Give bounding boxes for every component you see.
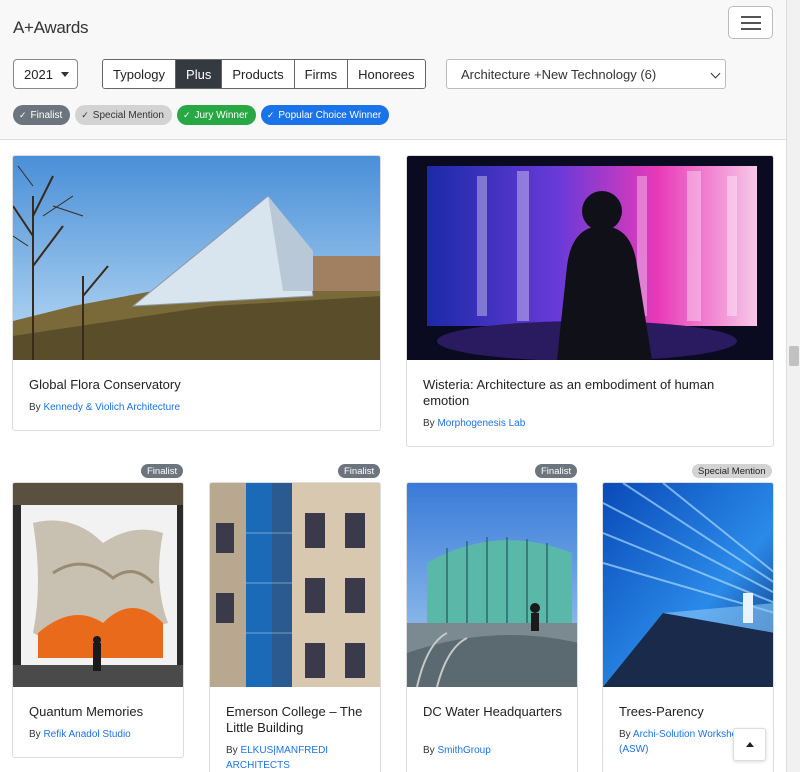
hamburger-menu-icon[interactable] <box>728 6 773 39</box>
entry-image[interactable] <box>603 483 773 687</box>
filter-label: Special Mention <box>92 109 164 121</box>
entry-byline: By ELKUS|MANFREDI ARCHITECTS <box>226 743 371 772</box>
check-icon: ✓ <box>81 109 89 120</box>
entry-title[interactable]: Global Flora Conservatory <box>29 377 369 393</box>
by-prefix: By <box>619 729 631 740</box>
firm-link[interactable]: Kennedy & Violich Architecture <box>43 402 180 413</box>
firm-link[interactable]: Morphogenesis Lab <box>437 418 525 429</box>
status-badge: Special Mention <box>692 464 772 478</box>
entry-card[interactable]: Quantum Memories By Refik Anadol Studio <box>12 482 184 758</box>
entry-title[interactable]: Quantum Memories <box>29 704 179 720</box>
filter-label: Finalist <box>30 109 63 121</box>
filter-jury-winner[interactable]: ✓ Jury Winner <box>176 105 256 125</box>
by-prefix: By <box>423 745 435 756</box>
status-badge: Finalist <box>338 464 381 478</box>
category-value: Architecture +New Technology (6) <box>461 66 657 82</box>
filter-special-mention[interactable]: ✓ Special Mention <box>75 105 172 125</box>
status-filters: ✓ Finalist ✓ Special Mention ✓ Jury Winner … <box>13 105 390 125</box>
entry-image[interactable] <box>407 156 773 360</box>
filter-label: Jury Winner <box>194 109 248 121</box>
entry-byline: By Morphogenesis Lab <box>423 416 763 431</box>
entry-title[interactable]: Emerson College – The Little Building <box>226 704 371 736</box>
check-icon: ✓ <box>19 109 27 120</box>
scrollbar-thumb[interactable] <box>789 346 799 366</box>
entry-image[interactable] <box>210 483 380 687</box>
firm-link[interactable]: Archi-Solution Workshop (ASW) <box>619 729 743 755</box>
arrow-up-icon <box>746 742 754 747</box>
tab-plus[interactable]: Plus <box>176 60 223 88</box>
entry-byline: By SmithGroup <box>423 743 568 758</box>
by-prefix: By <box>226 745 238 756</box>
by-prefix: By <box>423 418 435 429</box>
firm-link[interactable]: ELKUS|MANFREDI ARCHITECTS <box>226 745 328 771</box>
entry-card[interactable]: Wisteria: Architecture as an embodiment … <box>406 155 774 447</box>
filter-header: A+Awards 2021 Typology Plus Products Fir… <box>0 0 786 140</box>
entry-byline: By Refik Anadol Studio <box>29 727 179 742</box>
entry-title[interactable]: Trees-Parency <box>619 704 764 720</box>
filter-label: Popular Choice Winner <box>278 109 382 121</box>
by-prefix: By <box>29 402 41 413</box>
filter-finalist[interactable]: ✓ Finalist <box>13 105 71 125</box>
tab-honorees[interactable]: Honorees <box>348 60 425 88</box>
entry-title[interactable]: DC Water Headquarters <box>423 704 568 720</box>
brand-logo[interactable]: A+Awards <box>13 18 89 38</box>
page-scrollbar[interactable] <box>786 0 800 772</box>
entry-card[interactable]: Global Flora Conservatory By Kennedy & V… <box>12 155 381 431</box>
tab-firms[interactable]: Firms <box>294 60 349 88</box>
status-badge: Finalist <box>141 464 184 478</box>
tab-typology[interactable]: Typology <box>103 60 177 88</box>
year-dropdown[interactable]: 2021 <box>13 59 78 89</box>
firm-link[interactable]: Refik Anadol Studio <box>43 729 130 740</box>
status-badge: Finalist <box>535 464 578 478</box>
year-value: 2021 <box>24 66 53 82</box>
caret-down-icon <box>60 71 69 77</box>
by-prefix: By <box>29 729 41 740</box>
entry-byline: By Kennedy & Violich Architecture <box>29 400 369 415</box>
chevron-down-icon <box>710 68 721 79</box>
entry-image[interactable] <box>13 156 380 360</box>
tab-products[interactable]: Products <box>222 60 295 88</box>
firm-link[interactable]: SmithGroup <box>437 745 490 756</box>
entry-image[interactable] <box>407 483 577 687</box>
check-icon: ✓ <box>182 109 191 120</box>
entry-image[interactable] <box>13 483 183 687</box>
entry-card[interactable]: DC Water Headquarters By SmithGroup <box>406 482 578 772</box>
check-icon: ✓ <box>266 109 275 120</box>
entry-title[interactable]: Wisteria: Architecture as an embodiment … <box>423 377 743 409</box>
back-to-top-button[interactable] <box>733 728 766 761</box>
entry-card[interactable]: Emerson College – The Little Building By… <box>209 482 381 772</box>
category-select[interactable]: Architecture +New Technology (6) <box>446 59 726 89</box>
award-type-tabs: Typology Plus Products Firms Honorees <box>102 59 426 89</box>
filter-popular-choice[interactable]: ✓ Popular Choice Winner <box>260 105 390 125</box>
